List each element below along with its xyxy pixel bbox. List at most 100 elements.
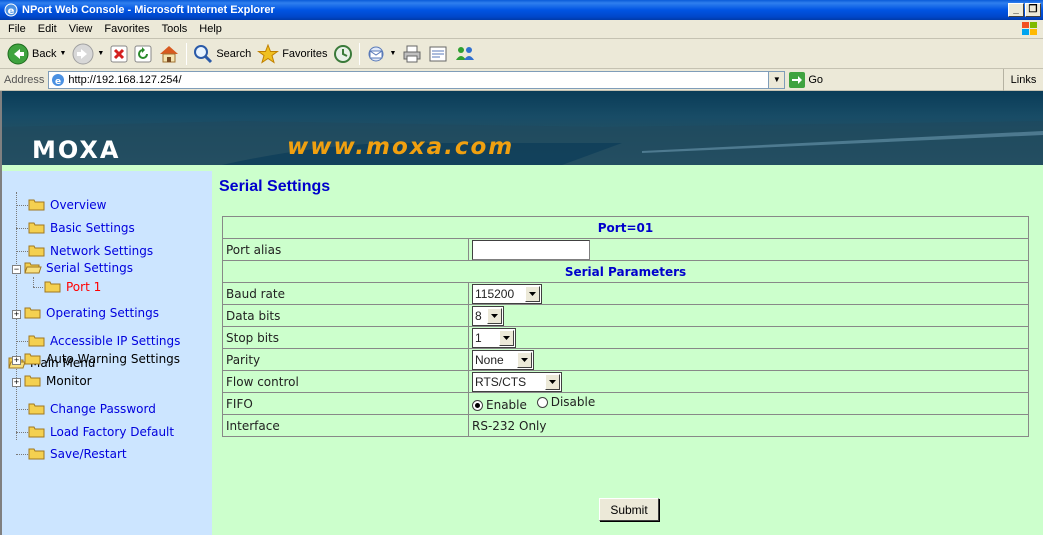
- history-button[interactable]: [330, 42, 356, 66]
- interface-value: RS-232 Only: [468, 414, 1029, 437]
- sidebar-item-overview[interactable]: Overview: [28, 198, 107, 212]
- sidebar-item-port-1[interactable]: Port 1: [44, 280, 101, 294]
- main-menu-sidebar: Main Menu Overview Basic Settings Networ…: [2, 171, 212, 535]
- go-label: Go: [808, 73, 824, 86]
- sidebar-item-monitor[interactable]: Monitor: [24, 374, 92, 388]
- fifo-disable-radio[interactable]: Disable: [536, 395, 596, 409]
- baud-rate-cell: 115200: [468, 282, 1029, 305]
- flow-control-cell: RTS/CTS: [468, 370, 1029, 393]
- toolbar-separator: [186, 42, 188, 65]
- mail-dropdown-icon[interactable]: ▼: [389, 50, 396, 57]
- back-label: Back: [32, 47, 57, 60]
- collapse-toggle-icon[interactable]: −: [12, 265, 21, 274]
- parity-cell: None: [468, 348, 1029, 371]
- print-icon: [403, 45, 421, 62]
- sidebar-item-label: Network Settings: [50, 244, 154, 258]
- stop-bits-select[interactable]: 1: [472, 327, 516, 348]
- internet-explorer-icon: e: [4, 3, 18, 17]
- submit-button[interactable]: Submit: [599, 498, 659, 521]
- edit-button[interactable]: [425, 42, 451, 66]
- back-button[interactable]: Back ▼: [4, 42, 69, 66]
- mail-button[interactable]: ▼: [363, 42, 399, 66]
- windows-flag-icon: [1022, 22, 1037, 35]
- svg-text:e: e: [8, 6, 15, 17]
- sidebar-item-auto-warning-settings[interactable]: Auto Warning Settings: [24, 352, 180, 366]
- folder-icon: [28, 222, 45, 234]
- menu-edit[interactable]: Edit: [32, 23, 63, 35]
- fifo-cell: Enable Disable: [468, 392, 1029, 415]
- sidebar-item-basic-settings[interactable]: Basic Settings: [28, 221, 135, 235]
- favorites-button[interactable]: Favorites: [254, 42, 330, 66]
- menu-tools[interactable]: Tools: [156, 23, 194, 35]
- sidebar-item-label: Port 1: [66, 280, 102, 294]
- menu-favorites[interactable]: Favorites: [98, 23, 155, 35]
- flow-control-label: Flow control: [222, 370, 469, 393]
- interface-label: Interface: [222, 414, 469, 437]
- radio-selected-icon: [472, 399, 483, 411]
- refresh-button[interactable]: [131, 42, 155, 66]
- folder-icon: [28, 245, 45, 257]
- refresh-icon: [134, 45, 152, 62]
- restore-button[interactable]: ❐: [1025, 3, 1041, 17]
- menu-view[interactable]: View: [63, 23, 99, 35]
- sidebar-item-accessible-ip-settings[interactable]: Accessible IP Settings: [28, 334, 180, 348]
- main-content: Serial Settings Port=01 Port alias Seria…: [217, 171, 1043, 535]
- fifo-disable-label: Disable: [550, 395, 596, 409]
- parity-value: None: [475, 352, 504, 367]
- address-dropdown-icon[interactable]: ▼: [768, 71, 785, 88]
- back-dropdown-icon[interactable]: ▼: [59, 50, 66, 57]
- forward-dropdown-icon[interactable]: ▼: [97, 50, 104, 57]
- table-row: Stop bits 1: [222, 326, 1029, 349]
- home-button[interactable]: [155, 42, 183, 66]
- sidebar-item-label: Save/Restart: [50, 447, 127, 461]
- messenger-button[interactable]: [451, 42, 479, 66]
- menu-file[interactable]: File: [2, 23, 32, 35]
- flow-control-select[interactable]: RTS/CTS: [472, 371, 562, 392]
- sidebar-item-operating-settings[interactable]: Operating Settings: [24, 306, 159, 320]
- search-button[interactable]: Search: [190, 42, 254, 66]
- menu-bar: File Edit View Favorites Tools Help: [0, 20, 1043, 39]
- sidebar-item-change-password[interactable]: Change Password: [28, 402, 156, 416]
- print-button[interactable]: [399, 42, 425, 66]
- expand-toggle-icon[interactable]: +: [12, 356, 21, 365]
- stop-bits-cell: 1: [468, 326, 1029, 349]
- minimize-button[interactable]: _: [1008, 3, 1024, 17]
- parity-select[interactable]: None: [472, 349, 534, 370]
- moxa-website[interactable]: www.moxa.com: [287, 134, 514, 160]
- sidebar-item-label: Accessible IP Settings: [50, 334, 181, 348]
- folder-icon: [44, 281, 61, 293]
- expand-toggle-icon[interactable]: +: [12, 378, 21, 387]
- baud-rate-select[interactable]: 115200: [472, 283, 542, 304]
- sidebar-item-save-restart[interactable]: Save/Restart: [28, 447, 127, 461]
- sidebar-item-network-settings[interactable]: Network Settings: [28, 244, 153, 258]
- mail-icon: [368, 46, 384, 61]
- links-button[interactable]: Links: [1003, 69, 1043, 91]
- fifo-enable-label: Enable: [486, 398, 527, 412]
- forward-button[interactable]: ▼: [69, 42, 107, 66]
- messenger-icon: [456, 46, 475, 60]
- stop-icon: [110, 45, 128, 62]
- chevron-down-icon: [525, 285, 540, 302]
- chevron-down-icon: [545, 373, 560, 390]
- radio-unselected-icon: [536, 396, 548, 408]
- chevron-down-icon: [499, 329, 514, 346]
- sidebar-item-label: Load Factory Default: [50, 425, 175, 439]
- stop-button[interactable]: [107, 42, 131, 66]
- go-button[interactable]: Go: [789, 71, 824, 88]
- sidebar-item-load-factory-default[interactable]: Load Factory Default: [28, 425, 174, 439]
- fifo-enable-radio[interactable]: Enable: [472, 398, 527, 412]
- menu-help[interactable]: Help: [193, 23, 228, 35]
- fifo-label: FIFO: [222, 392, 469, 415]
- expand-toggle-icon[interactable]: +: [12, 310, 21, 319]
- chevron-down-icon: [487, 307, 502, 324]
- sidebar-item-serial-settings[interactable]: Serial Settings: [24, 261, 133, 275]
- search-icon: [194, 44, 213, 63]
- history-icon: [334, 44, 353, 63]
- stop-bits-value: 1: [475, 330, 482, 345]
- address-input[interactable]: e http://192.168.127.254/ ▼: [48, 70, 786, 89]
- sidebar-item-label: Monitor: [46, 374, 92, 388]
- data-bits-select[interactable]: 8: [472, 305, 504, 326]
- port-alias-input[interactable]: [472, 239, 590, 260]
- folder-icon: [24, 307, 41, 319]
- table-row: FIFO Enable Disable: [222, 392, 1029, 415]
